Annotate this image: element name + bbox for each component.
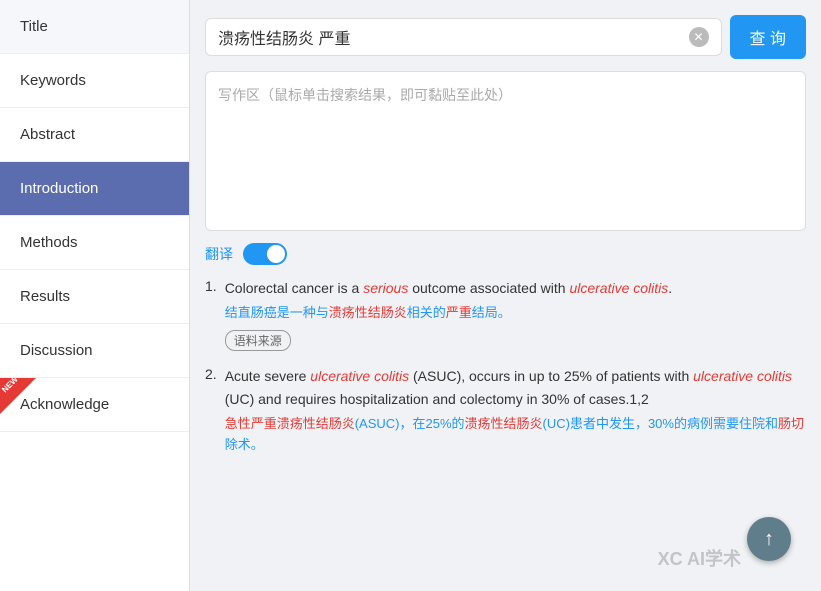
search-input[interactable]	[218, 28, 681, 46]
scroll-up-icon: ↑	[764, 528, 774, 551]
source-tag[interactable]: 语料来源	[225, 330, 291, 351]
writing-area[interactable]: 写作区（鼠标单击搜索结果，即可黏贴至此处）	[205, 71, 806, 231]
scroll-up-button[interactable]: ↑	[747, 517, 791, 561]
sidebar-item-methods[interactable]: Methods	[0, 216, 189, 270]
result-en-text[interactable]: Colorectal cancer is a serious outcome a…	[225, 277, 806, 299]
new-badge: NEW	[0, 378, 36, 414]
clear-button[interactable]: ✕	[689, 27, 709, 47]
sidebar-item-title[interactable]: Title	[0, 0, 189, 54]
result-zh-text: 急性严重溃疡性结肠炎(ASUC)，在25%的溃疡性结肠炎(UC)患者中发生，30…	[225, 414, 806, 456]
highlight-uc3: ulcerative colitis	[693, 368, 792, 384]
sidebar-item-label: Keywords	[20, 72, 86, 89]
result-number: 2.	[205, 365, 217, 461]
sidebar-item-label: Discussion	[20, 342, 93, 359]
result-item: 2. Acute severe ulcerative colitis (ASUC…	[205, 365, 806, 461]
toggle-knob	[267, 245, 285, 263]
search-button[interactable]: 查 询	[730, 15, 806, 59]
highlight-zh-uc: 溃疡性结肠炎	[329, 305, 407, 320]
translate-label: 翻译	[205, 244, 233, 264]
sidebar: Title Keywords Abstract Introduction Met…	[0, 0, 190, 591]
highlight-serious: serious	[363, 280, 408, 296]
highlight-uc1: ulcerative colitis	[569, 280, 668, 296]
translate-row: 翻译	[205, 243, 806, 265]
highlight-zh-acute: 急性严重溃疡性结肠炎	[225, 416, 355, 431]
highlight-uc2: ulcerative colitis	[310, 368, 409, 384]
translate-toggle[interactable]	[243, 243, 287, 265]
result-en-text[interactable]: Acute severe ulcerative colitis (ASUC), …	[225, 365, 806, 410]
sidebar-item-label: Abstract	[20, 126, 75, 143]
results-list: 1. Colorectal cancer is a serious outcom…	[205, 277, 806, 462]
sidebar-item-label: Title	[20, 18, 48, 35]
result-content: Acute severe ulcerative colitis (ASUC), …	[225, 365, 806, 461]
sidebar-item-results[interactable]: Results	[0, 270, 189, 324]
highlight-zh-colectomy: 肠切	[778, 416, 804, 431]
sidebar-item-acknowledge[interactable]: NEW Acknowledge	[0, 378, 189, 432]
sidebar-item-label: Methods	[20, 234, 78, 251]
result-zh-text: 结直肠癌是一种与溃疡性结肠炎相关的严重结局。	[225, 303, 806, 324]
result-content: Colorectal cancer is a serious outcome a…	[225, 277, 806, 351]
sidebar-item-label: Results	[20, 288, 70, 305]
highlight-zh-uc2: 溃疡性结肠炎	[465, 416, 543, 431]
sidebar-item-keywords[interactable]: Keywords	[0, 54, 189, 108]
sidebar-item-introduction[interactable]: Introduction	[0, 162, 189, 216]
search-bar: ✕ 查 询	[205, 15, 806, 59]
sidebar-item-abstract[interactable]: Abstract	[0, 108, 189, 162]
highlight-zh-serious: 严重	[446, 305, 472, 320]
writing-placeholder: 写作区（鼠标单击搜索结果，即可黏贴至此处）	[218, 87, 512, 103]
result-number: 1.	[205, 277, 217, 351]
search-input-wrapper: ✕	[205, 18, 722, 56]
main-content: ✕ 查 询 写作区（鼠标单击搜索结果，即可黏贴至此处） 翻译 1. Colore…	[190, 0, 821, 591]
sidebar-item-discussion[interactable]: Discussion	[0, 324, 189, 378]
sidebar-item-label: Introduction	[20, 180, 98, 197]
result-item: 1. Colorectal cancer is a serious outcom…	[205, 277, 806, 351]
